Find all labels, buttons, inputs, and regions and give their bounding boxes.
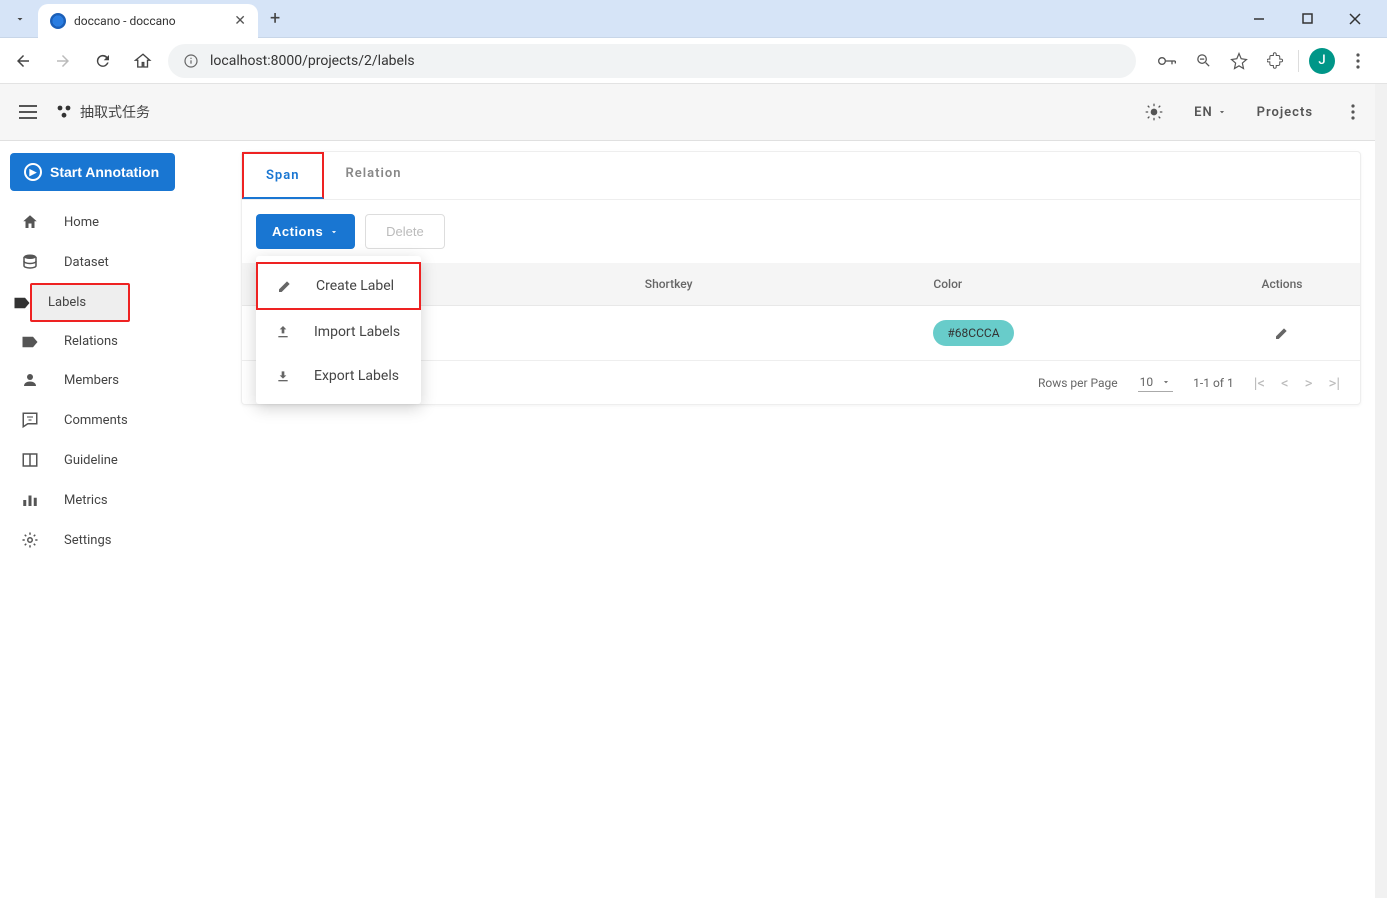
main-content: Span Relation Actions Delete Create Labe…: [227, 141, 1375, 898]
app-more-menu[interactable]: [1347, 100, 1359, 124]
star-icon[interactable]: [1226, 48, 1252, 74]
close-window-button[interactable]: [1339, 5, 1371, 33]
favicon-icon: [50, 13, 66, 29]
zoom-icon[interactable]: [1190, 48, 1216, 74]
sidebar-item-settings[interactable]: Settings: [10, 521, 217, 559]
person-icon: [20, 371, 40, 389]
projects-link[interactable]: Projects: [1257, 105, 1313, 120]
address-bar[interactable]: localhost:8000/projects/2/labels: [168, 44, 1136, 78]
sidebar-item-metrics[interactable]: Metrics: [10, 481, 217, 519]
logo-icon: [56, 104, 72, 120]
col-shortkey[interactable]: Shortkey: [645, 277, 934, 291]
toolbar-right: J: [1146, 48, 1379, 74]
sidebar-label: Metrics: [64, 493, 108, 508]
sidebar-label: Home: [64, 215, 99, 230]
divider: [1298, 50, 1299, 72]
tab-title: doccano - doccano: [74, 14, 226, 28]
maximize-button[interactable]: [1291, 5, 1323, 33]
app-container: 抽取式任务 EN Projects ▶ Start Annotation Hom…: [0, 84, 1387, 898]
pencil-icon: [276, 278, 294, 294]
play-icon: ▶: [24, 163, 42, 181]
reload-button[interactable]: [88, 46, 118, 76]
sidebar-item-relations[interactable]: Relations: [10, 324, 217, 359]
chat-icon: [20, 411, 40, 429]
profile-avatar[interactable]: J: [1309, 48, 1335, 74]
gear-icon: [20, 531, 40, 549]
page-range: 1-1 of 1: [1193, 376, 1234, 390]
hamburger-menu[interactable]: [16, 100, 40, 124]
sidebar-label: Dataset: [64, 255, 109, 270]
browser-tab[interactable]: doccano - doccano ✕: [38, 4, 258, 38]
book-icon: [20, 451, 40, 469]
dropdown-export-labels[interactable]: Export Labels: [256, 354, 421, 398]
relations-icon: [20, 335, 40, 349]
chart-bar-icon: [20, 491, 40, 509]
sidebar-label: Relations: [64, 334, 118, 349]
sidebar-label: Labels: [48, 295, 86, 310]
sidebar-label: Settings: [64, 533, 111, 548]
extension-icon[interactable]: [1262, 48, 1288, 74]
home-icon: [20, 213, 40, 231]
dropdown-create-label[interactable]: Create Label: [256, 262, 421, 310]
sidebar-item-comments[interactable]: Comments: [10, 401, 217, 439]
rows-per-page-select[interactable]: 10: [1138, 373, 1174, 392]
delete-button[interactable]: Delete: [365, 214, 445, 249]
forward-button[interactable]: [48, 46, 78, 76]
next-page-button[interactable]: >: [1305, 374, 1313, 392]
theme-toggle[interactable]: [1144, 102, 1164, 122]
first-page-button[interactable]: |<: [1254, 374, 1265, 392]
project-name: 抽取式任务: [80, 102, 150, 122]
language-selector[interactable]: EN: [1194, 105, 1227, 120]
dropdown-import-labels[interactable]: Import Labels: [256, 310, 421, 354]
sidebar-item-members[interactable]: Members: [10, 361, 217, 399]
browser-titlebar: doccano - doccano ✕ +: [0, 0, 1387, 38]
sidebar-item-home[interactable]: Home: [10, 203, 217, 241]
edit-row-button[interactable]: [1222, 325, 1342, 341]
tab-span[interactable]: Span: [242, 152, 324, 199]
sidebar-label: Members: [64, 373, 119, 388]
download-icon: [274, 368, 292, 384]
browser-menu-icon[interactable]: [1345, 48, 1371, 74]
pagination: |< < > >|: [1254, 374, 1340, 392]
home-button[interactable]: [128, 46, 158, 76]
upload-icon: [274, 324, 292, 340]
url-text: localhost:8000/projects/2/labels: [210, 53, 415, 69]
tabs-row: Span Relation: [242, 152, 1360, 200]
close-tab-icon[interactable]: ✕: [234, 13, 246, 29]
rows-per-page-label: Rows per Page: [1038, 376, 1118, 390]
actions-button[interactable]: Actions: [256, 214, 355, 249]
sidebar-item-guideline[interactable]: Guideline: [10, 441, 217, 479]
sidebar-label: Guideline: [64, 453, 118, 468]
browser-toolbar: localhost:8000/projects/2/labels J: [0, 38, 1387, 84]
col-actions[interactable]: Actions: [1222, 277, 1342, 291]
key-icon[interactable]: [1154, 48, 1180, 74]
app-header: 抽取式任务 EN Projects: [0, 84, 1375, 141]
color-chip: #68CCCA: [933, 320, 1013, 346]
sidebar: ▶ Start Annotation Home Dataset Labels R…: [0, 141, 227, 898]
actions-row: Actions Delete Create Label Import Label…: [242, 200, 1360, 263]
project-name-area[interactable]: 抽取式任务: [56, 102, 150, 122]
start-annotation-button[interactable]: ▶ Start Annotation: [10, 153, 175, 191]
last-page-button[interactable]: >|: [1328, 374, 1340, 392]
sidebar-item-dataset[interactable]: Dataset: [10, 243, 217, 281]
prev-page-button[interactable]: <: [1281, 374, 1289, 392]
label-icon: [12, 296, 32, 310]
labels-card: Span Relation Actions Delete Create Labe…: [241, 151, 1361, 405]
window-controls: [1243, 5, 1379, 33]
new-tab-button[interactable]: +: [270, 8, 280, 29]
actions-dropdown: Create Label Import Labels Export Labels: [256, 256, 421, 404]
col-color[interactable]: Color: [933, 277, 1222, 291]
sidebar-item-labels[interactable]: Labels: [30, 283, 130, 322]
minimize-button[interactable]: [1243, 5, 1275, 33]
tab-relation[interactable]: Relation: [324, 152, 424, 199]
tab-dropdown-button[interactable]: [8, 7, 32, 31]
app-body: ▶ Start Annotation Home Dataset Labels R…: [0, 141, 1375, 898]
info-icon[interactable]: [182, 53, 200, 69]
back-button[interactable]: [8, 46, 38, 76]
database-icon: [20, 253, 40, 271]
sidebar-label: Comments: [64, 413, 128, 428]
